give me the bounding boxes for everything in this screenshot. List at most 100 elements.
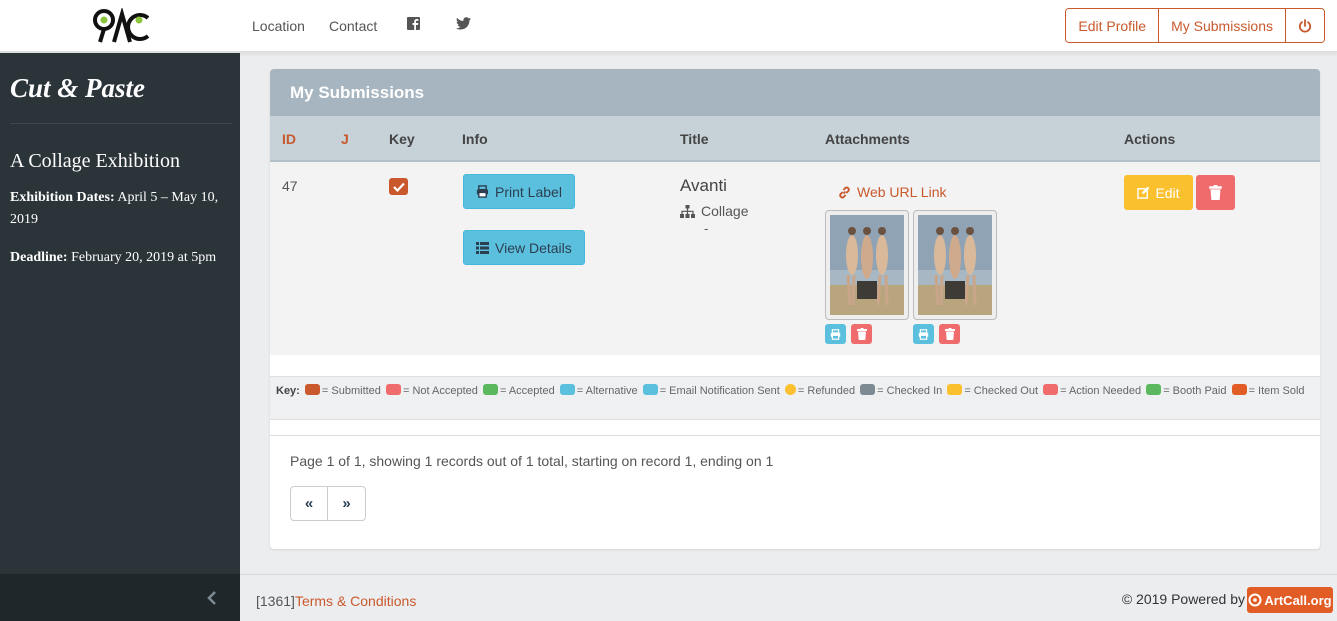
submitted-badge	[304, 384, 320, 395]
pagination: « »	[290, 486, 366, 521]
my-submissions-button[interactable]: My Submissions	[1159, 9, 1286, 42]
key-item: = Not Accepted	[402, 385, 478, 397]
dates-label: Exhibition Dates:	[10, 190, 115, 205]
key-item: = Accepted	[499, 385, 555, 397]
view-details-button[interactable]: View Details	[463, 230, 585, 265]
next-page-button[interactable]: »	[328, 487, 365, 520]
submission-medium: Collage	[680, 203, 748, 219]
print-attachment-button[interactable]	[825, 324, 846, 344]
item-sold-badge	[1231, 384, 1247, 395]
attachment-thumbnail[interactable]	[825, 210, 909, 320]
submission-title: Avanti	[680, 176, 727, 195]
submission-dash: -	[704, 221, 709, 236]
print-attachment-button[interactable]	[913, 324, 934, 344]
artcall-brand: ArtCall.org	[1264, 592, 1332, 608]
list-icon	[476, 241, 489, 254]
twitter-icon[interactable]	[456, 17, 471, 33]
delete-attachment-button[interactable]	[851, 324, 872, 344]
key-item: = Action Needed	[1060, 385, 1142, 397]
table-row: 47 Print Label View Details Avanti Colla…	[270, 162, 1320, 355]
alternative-badge	[559, 384, 575, 395]
footer-id: [1361]	[256, 593, 295, 609]
power-icon	[1298, 18, 1312, 33]
delete-attachment-button[interactable]	[939, 324, 960, 344]
exhibition-subtitle: A Collage Exhibition	[10, 150, 180, 172]
booth-paid-badge	[1146, 384, 1162, 395]
checked-out-badge	[947, 384, 963, 395]
key-item: = Booth Paid	[1163, 385, 1227, 397]
exhibition-dates: Exhibition Dates: April 5 – May 10, 2019	[10, 187, 235, 231]
edit-profile-button[interactable]: Edit Profile	[1066, 9, 1160, 42]
table-header: ID J Key Info Title Attachments Actions	[270, 116, 1320, 162]
submissions-panel: My Submissions ID J Key Info Title Attac…	[270, 69, 1320, 549]
pagination-summary: Page 1 of 1, showing 1 records out of 1 …	[290, 453, 774, 469]
print-label-text: Print Label	[495, 183, 562, 200]
col-j[interactable]: J	[341, 131, 349, 147]
medium-text: Collage	[701, 203, 749, 219]
printer-icon	[476, 185, 489, 198]
web-url-text: Web URL Link	[857, 184, 947, 200]
deadline-label: Deadline:	[10, 250, 68, 265]
exhibition-title: Cut & Paste	[10, 73, 146, 103]
key-item: = Item Sold	[1248, 385, 1305, 397]
account-button-group: Edit Profile My Submissions	[1065, 8, 1325, 43]
key-item: = Alternative	[576, 385, 638, 397]
edit-submission-button[interactable]: Edit	[1124, 175, 1193, 210]
not-accepted-badge	[385, 384, 401, 395]
edit-icon	[1137, 186, 1150, 199]
logout-button[interactable]	[1286, 9, 1324, 42]
status-key-legend: Key: = Submitted = Not Accepted = Accept…	[270, 376, 1320, 420]
artcall-logo-icon	[1248, 593, 1262, 607]
terms-link[interactable]: Terms & Conditions	[295, 593, 416, 609]
submission-id: 47	[282, 178, 298, 194]
web-url-link[interactable]: Web URL Link	[838, 184, 946, 200]
key-label: Key:	[276, 385, 300, 397]
sitemap-icon	[680, 204, 695, 218]
delete-submission-button[interactable]	[1196, 175, 1235, 210]
key-item: = Submitted	[321, 385, 381, 397]
col-id[interactable]: ID	[282, 131, 296, 147]
top-navbar: Location Contact Edit Profile My Submiss…	[0, 0, 1337, 52]
col-info: Info	[462, 131, 488, 147]
col-title: Title	[680, 131, 709, 147]
key-item: = Checked Out	[964, 385, 1039, 397]
artcall-logo[interactable]	[92, 6, 152, 44]
deadline-value: February 20, 2019 at 5pm	[67, 250, 217, 265]
submitted-check-icon	[389, 178, 408, 195]
exhibition-deadline: Deadline: February 20, 2019 at 5pm	[10, 247, 235, 269]
key-item: = Checked In	[877, 385, 943, 397]
email-badge	[642, 384, 658, 395]
panel-divider	[270, 435, 1320, 436]
footer: [1361]Terms & Conditions © 2019 Powered …	[240, 574, 1337, 621]
powered-by-text: © 2019 Powered by	[1121, 591, 1245, 607]
printer-icon	[918, 328, 929, 340]
action-needed-badge	[1043, 384, 1059, 395]
footer-left: [1361]Terms & Conditions	[256, 593, 416, 609]
printer-icon	[830, 328, 841, 340]
print-label-button[interactable]: Print Label	[463, 174, 575, 209]
link-icon	[839, 186, 850, 198]
checked-in-badge	[860, 384, 876, 395]
nav-contact-link[interactable]: Contact	[329, 18, 377, 34]
col-key: Key	[389, 131, 415, 147]
key-item: = Refunded	[797, 385, 856, 397]
sidebar-footer	[0, 574, 240, 621]
artcall-badge[interactable]: ArtCall.org	[1247, 587, 1333, 613]
panel-heading: My Submissions	[270, 69, 1320, 116]
trash-icon	[944, 328, 955, 340]
trash-icon	[1209, 185, 1222, 200]
nav-location-link[interactable]: Location	[252, 18, 305, 34]
accepted-badge	[482, 384, 498, 395]
view-details-text: View Details	[495, 239, 572, 256]
sidebar: Cut & Paste A Collage Exhibition Exhibit…	[0, 53, 240, 574]
key-item: = Email Notification Sent	[659, 385, 780, 397]
chevron-left-icon[interactable]	[206, 590, 220, 606]
refunded-badge	[784, 384, 796, 395]
sidebar-divider	[10, 123, 232, 124]
col-attachments: Attachments	[825, 131, 910, 147]
previous-page-button[interactable]: «	[291, 487, 328, 520]
col-actions: Actions	[1124, 131, 1176, 147]
attachment-thumbnail[interactable]	[913, 210, 997, 320]
facebook-icon[interactable]	[407, 17, 421, 33]
trash-icon	[856, 328, 867, 340]
